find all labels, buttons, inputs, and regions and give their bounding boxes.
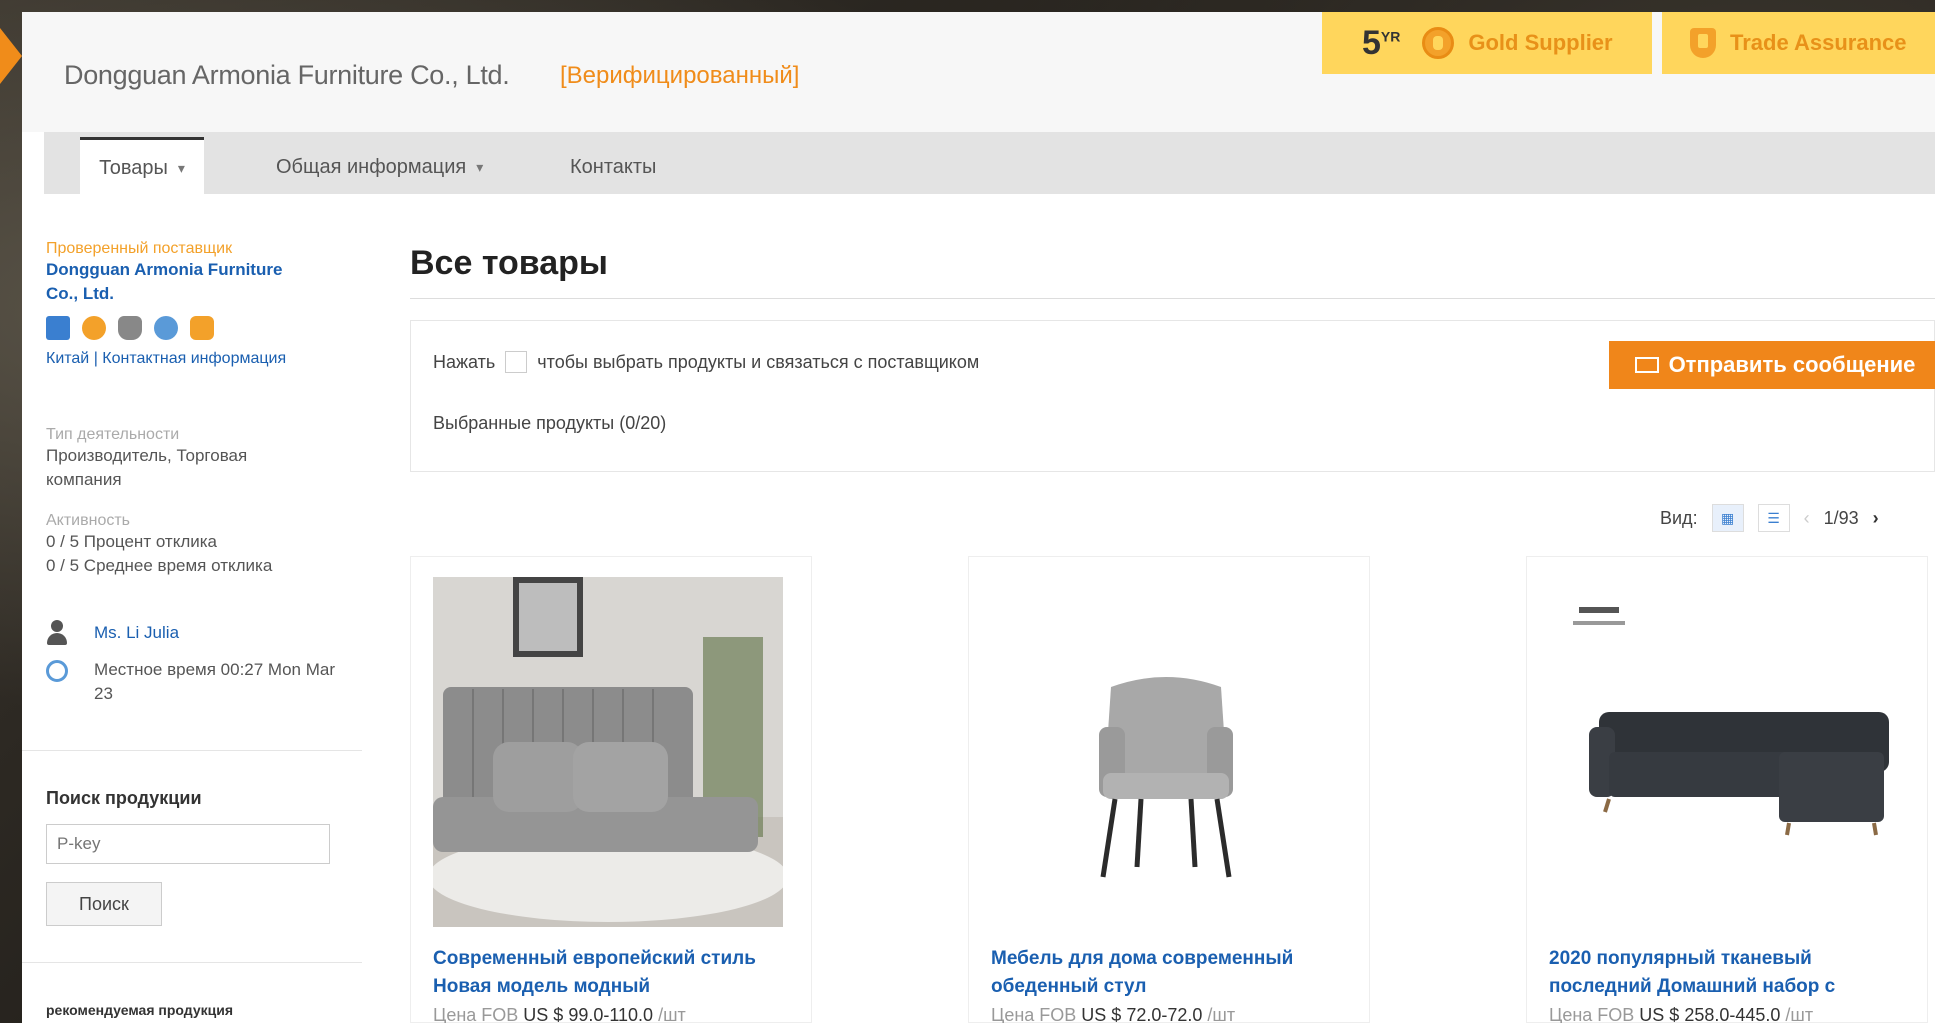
corner-arrow-icon — [0, 28, 22, 84]
trade-assurance-label: Trade Assurance — [1730, 30, 1907, 55]
product-card[interactable]: Современный европейский стиль Новая моде… — [410, 556, 812, 1023]
response-time: 0 / 5 Среднее время отклика — [46, 556, 273, 575]
price-value: US $ 258.0-445.0 — [1639, 1005, 1781, 1023]
list-view-icon[interactable]: ☰ — [1757, 504, 1790, 532]
recommended-products-label[interactable]: рекомендуемая продукция — [46, 1002, 233, 1018]
activity-block: Активность 0 / 5 Процент отклика 0 / 5 С… — [46, 512, 316, 578]
product-image[interactable] — [991, 577, 1341, 927]
store-header: Dongguan Armonia Furniture Co., Ltd. [Ве… — [22, 12, 1935, 132]
checkbox-sample-icon — [505, 351, 528, 373]
price-label: Цена FOB — [433, 1005, 519, 1023]
supplier-sidebar: Проверенный поставщик Dongguan Armonia F… — [22, 194, 362, 1023]
product-image[interactable] — [433, 577, 783, 927]
contact-selection-panel: Нажать чтобы выбрать продукты и связатьс… — [410, 320, 1935, 472]
selection-hint: Нажать чтобы выбрать продукты и связатьс… — [433, 351, 979, 373]
sofa-bed-image — [433, 577, 783, 927]
page-title: Все товары — [410, 244, 608, 282]
dining-chair-image — [991, 577, 1341, 927]
product-search-input[interactable] — [46, 824, 330, 864]
local-time: Местное время 00:27 Mon Mar 23 — [94, 660, 336, 703]
verified-badge[interactable]: [Верифицированный] — [560, 62, 799, 90]
hint-after: чтобы выбрать продукты и связаться с пос… — [537, 351, 980, 372]
supplier-name-link[interactable]: Dongguan Armonia Furniture Co., Ltd. — [46, 258, 306, 306]
business-type-block: Тип деятельности Производитель, Торговая… — [46, 426, 306, 492]
monitor-icon[interactable] — [46, 316, 70, 340]
tab-products[interactable]: Товары ▾ — [80, 137, 204, 197]
response-rate: 0 / 5 Процент отклика — [46, 532, 218, 551]
person-icon — [46, 620, 68, 646]
prev-page-icon[interactable]: ‹ — [1804, 508, 1810, 529]
envelope-icon — [1634, 357, 1659, 373]
gold-supplier-label: Gold Supplier — [1468, 30, 1613, 55]
supplier-card: Проверенный поставщик Dongguan Armonia F… — [46, 240, 306, 370]
supplier-page: Dongguan Armonia Furniture Co., Ltd. [Ве… — [22, 12, 1935, 1023]
gold-coin-icon — [1422, 27, 1455, 59]
chevron-down-icon: ▾ — [177, 160, 185, 176]
trade-assurance-badge[interactable]: Trade Assurance — [1662, 12, 1935, 74]
clock-icon — [46, 660, 68, 682]
supplier-icons — [46, 316, 306, 340]
assurance-icon[interactable] — [190, 316, 214, 340]
product-search-title: Поиск продукции — [46, 788, 202, 808]
contact-name-link[interactable]: Ms. Li Julia — [94, 622, 179, 644]
location-contact[interactable]: Китай | Контактная информация — [46, 348, 306, 370]
business-type-label: Тип деятельности — [46, 426, 180, 443]
product-search-button[interactable]: Поиск — [46, 882, 162, 926]
price-unit: /шт — [658, 1005, 686, 1023]
gold-supplier-badge[interactable]: 5YR Gold Supplier — [1322, 12, 1652, 74]
medal-icon[interactable] — [82, 316, 106, 340]
view-pager-row: Вид: ▦ ☰ ‹ 1/93 › — [1660, 504, 1879, 532]
product-card[interactable]: Мебель для дома современный обеденный ст… — [968, 556, 1370, 1023]
trophy-icon[interactable] — [118, 316, 142, 340]
product-title-link[interactable]: Современный европейский стиль Новая моде… — [433, 945, 793, 1001]
send-message-button[interactable]: Отправить сообщение — [1609, 341, 1935, 389]
tab-company-info-label: Общая информация — [276, 155, 467, 178]
tab-contacts[interactable]: Контакты — [570, 140, 656, 194]
price-value: US $ 72.0-72.0 — [1081, 1005, 1203, 1023]
send-message-label: Отправить сообщение — [1668, 352, 1916, 377]
company-name[interactable]: Dongguan Armonia Furniture Co., Ltd. — [64, 60, 510, 91]
title-divider — [410, 298, 1935, 299]
price-value: US $ 99.0-110.0 — [523, 1005, 654, 1023]
product-card[interactable]: 2020 популярный тканевый последний Домаш… — [1526, 556, 1928, 1023]
main-content: Все товары Нажать чтобы выбрать продукты… — [380, 194, 1935, 1023]
grid-view-icon[interactable]: ▦ — [1711, 504, 1744, 532]
selected-products-count: Выбранные продукты (0/20) — [433, 413, 667, 433]
price-unit: /шт — [1785, 1005, 1814, 1023]
hint-before: Нажать — [433, 351, 496, 372]
store-nav: Товары ▾ Общая информация ▾ Контакты — [44, 132, 1935, 197]
tab-company-info[interactable]: Общая информация ▾ — [276, 140, 483, 194]
sidebar-divider — [22, 750, 362, 751]
verified-supplier-label: Проверенный поставщик — [46, 240, 233, 257]
business-type-value: Производитель, Торговая компания — [46, 446, 248, 489]
product-price: Цена FOB US $ 99.0-110.0 /шт — [433, 1005, 686, 1023]
sidebar-divider — [22, 962, 362, 963]
years-count: 5YR — [1362, 23, 1401, 62]
page-indicator: 1/93 — [1823, 507, 1859, 528]
tab-contacts-label: Контакты — [570, 155, 657, 178]
product-title-link[interactable]: Мебель для дома современный обеденный ст… — [991, 945, 1351, 1001]
product-title-link[interactable]: 2020 популярный тканевый последний Домаш… — [1549, 945, 1909, 1001]
globe-icon[interactable] — [154, 316, 178, 340]
view-label: Вид: — [1660, 507, 1698, 528]
chevron-down-icon: ▾ — [476, 158, 484, 175]
activity-label: Активность — [46, 512, 131, 529]
product-image[interactable] — [1549, 577, 1899, 927]
product-price: Цена FOB US $ 258.0-445.0 /шт — [1549, 1005, 1813, 1023]
tab-products-label: Товары — [99, 157, 168, 179]
sectional-sofa-image — [1549, 577, 1899, 927]
product-price: Цена FOB US $ 72.0-72.0 /шт — [991, 1005, 1235, 1023]
trade-assurance-shield-icon — [1690, 28, 1716, 58]
price-unit: /шт — [1207, 1005, 1236, 1023]
next-page-icon[interactable]: › — [1873, 508, 1879, 529]
price-label: Цена FOB — [1549, 1005, 1635, 1023]
price-label: Цена FOB — [991, 1005, 1077, 1023]
